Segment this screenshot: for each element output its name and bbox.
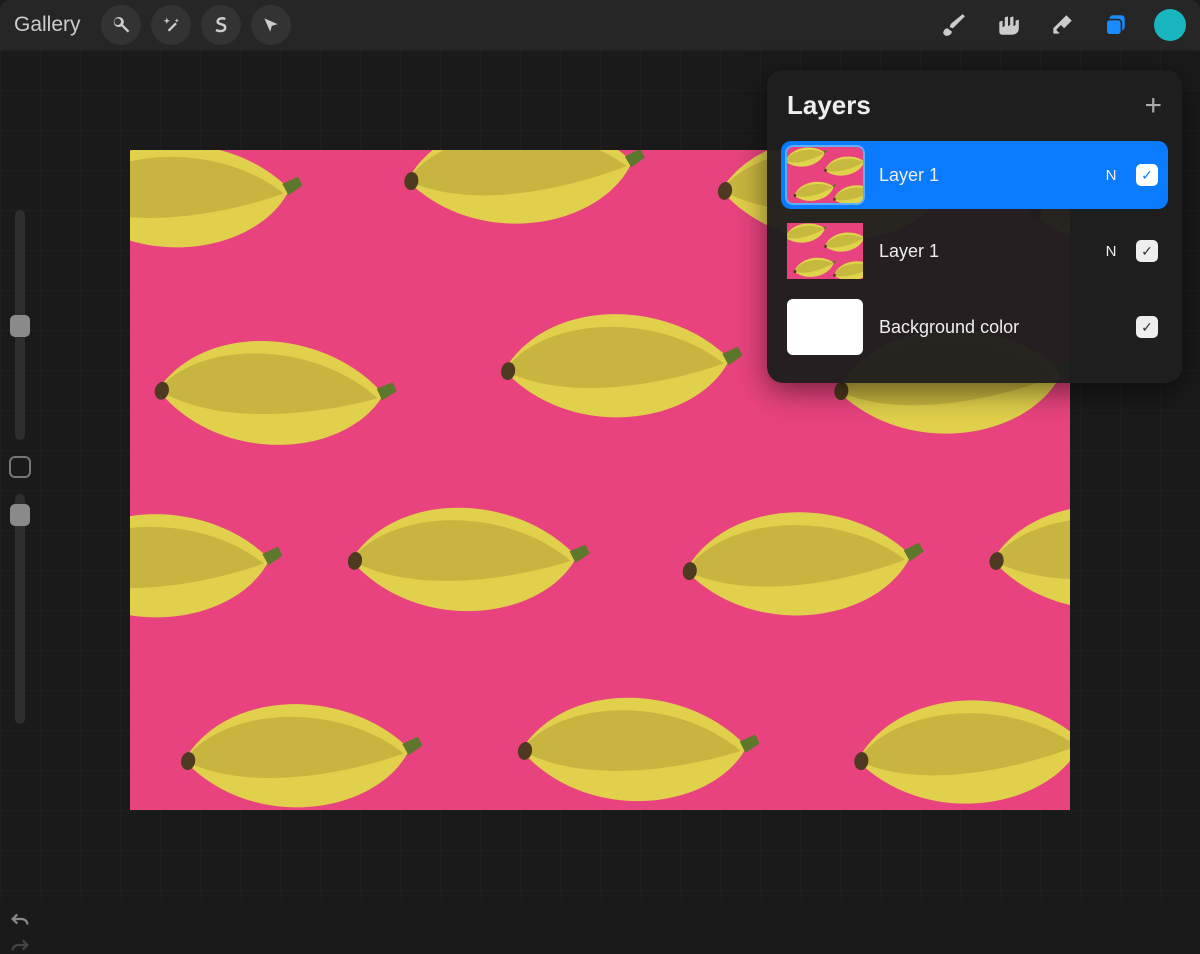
layers-panel-title: Layers (787, 90, 871, 121)
layer-visibility-checkbox[interactable]: ✓ (1136, 164, 1158, 186)
color-picker-button[interactable] (1154, 9, 1186, 41)
layer-blend-mode[interactable]: N (1102, 167, 1120, 184)
layer-name-label: Layer 1 (879, 241, 1086, 262)
gallery-button[interactable]: Gallery (14, 13, 81, 37)
layer-visibility-checkbox[interactable]: ✓ (1136, 316, 1158, 338)
brush-opacity-thumb[interactable] (10, 504, 30, 526)
brush-opacity-slider[interactable] (15, 494, 25, 724)
transform-button[interactable] (251, 5, 291, 45)
left-sidebar (6, 210, 34, 954)
smudge-tool-button[interactable] (986, 3, 1030, 47)
layer-name-label: Layer 1 (879, 165, 1086, 186)
selection-button[interactable] (201, 5, 241, 45)
layer-thumb (787, 147, 863, 203)
redo-button[interactable] (9, 936, 31, 954)
adjustments-button[interactable] (101, 5, 141, 45)
layers-panel: Layers + Layer 1 N ✓ Layer 1 N ✓ Backgro… (767, 70, 1182, 383)
wrench-icon (111, 15, 131, 35)
smudge-icon (995, 12, 1021, 38)
layer-row[interactable]: Background color ✓ (781, 293, 1168, 361)
brush-size-thumb[interactable] (10, 315, 30, 337)
eraser-icon (1049, 12, 1075, 38)
layer-thumb (787, 299, 863, 355)
layer-row[interactable]: Layer 1 N ✓ (781, 217, 1168, 285)
layer-row[interactable]: Layer 1 N ✓ (781, 141, 1168, 209)
magic-wand-button[interactable] (151, 5, 191, 45)
modifier-button[interactable] (9, 456, 31, 478)
brush-tool-button[interactable] (932, 3, 976, 47)
layers-tool-button[interactable] (1094, 3, 1138, 47)
layers-icon (1103, 12, 1129, 38)
select-s-icon (211, 15, 231, 35)
brush-size-slider[interactable] (15, 210, 25, 440)
brush-icon (941, 12, 967, 38)
top-toolbar: Gallery (0, 0, 1200, 50)
arrow-icon (261, 15, 281, 35)
add-layer-button[interactable]: + (1144, 91, 1162, 121)
layer-thumb (787, 223, 863, 279)
undo-button[interactable] (9, 910, 31, 928)
layer-blend-mode[interactable]: N (1102, 243, 1120, 260)
layer-name-label: Background color (879, 317, 1086, 338)
eraser-tool-button[interactable] (1040, 3, 1084, 47)
wand-icon (161, 15, 181, 35)
layer-visibility-checkbox[interactable]: ✓ (1136, 240, 1158, 262)
